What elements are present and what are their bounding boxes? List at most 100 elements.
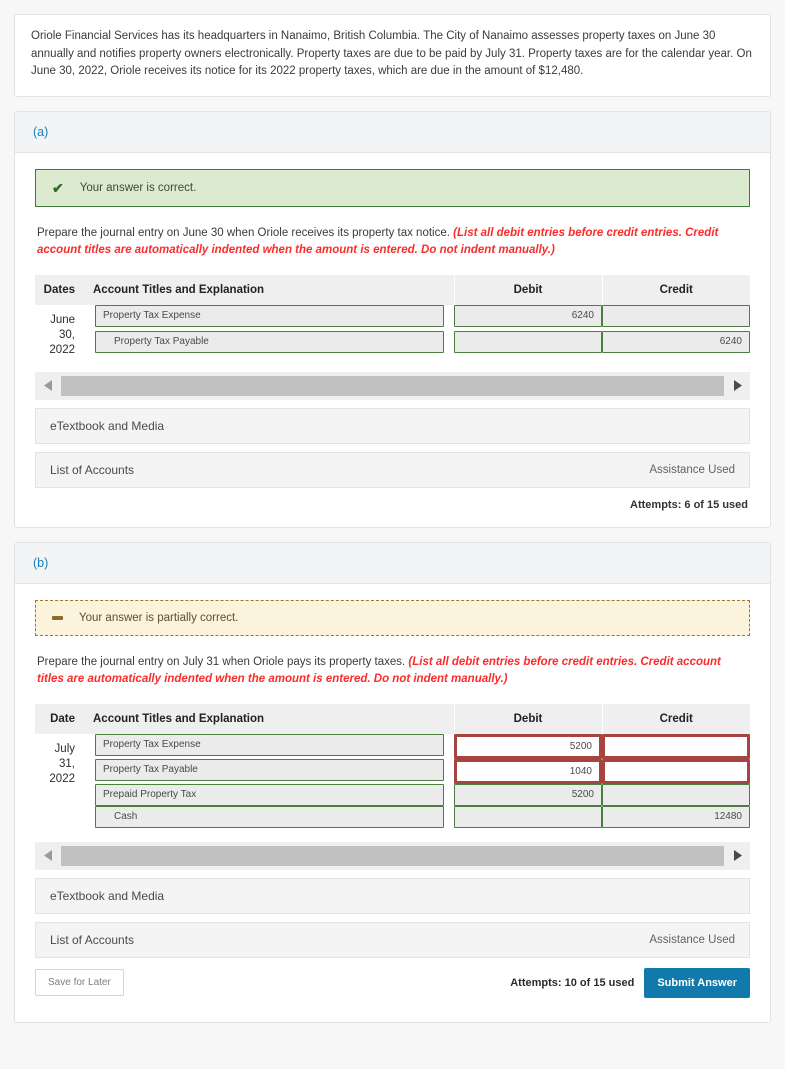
account-cell: Property Tax Payable [83,758,454,784]
etextbook-and-media-bar[interactable]: eTextbook and Media [35,877,750,914]
submit-answer-button[interactable]: Submit Answer [644,967,750,998]
credit-cell [602,783,750,806]
column-header-debit: Debit [454,274,603,305]
journal-entry-table: Date Account Titles and Explanation Debit C… [35,703,750,828]
account-cell: Property Tax Expense [83,733,454,759]
debit-cell [454,805,602,828]
debit-amount-input[interactable]: 5200 [454,733,602,759]
journal-date-cell: June 30, 2022 [49,313,75,356]
save-for-later-button[interactable]: Save for Later [35,969,124,996]
column-header-credit: Credit [602,274,750,305]
table-horizontal-scrollbar[interactable] [35,371,750,400]
account-cell: Property Tax Payable [83,331,454,358]
scroll-right-arrow-icon[interactable] [724,841,750,870]
credit-cell: 12480 [602,805,750,828]
minus-icon [52,615,63,620]
list-of-accounts-label: List of Accounts [50,932,135,947]
attempts-counter: Attempts: 10 of 15 used [510,976,635,989]
credit-cell [602,733,750,759]
part-prompt: Prepare the journal entry on June 30 whe… [37,226,719,256]
scroll-left-arrow-icon[interactable] [35,841,61,870]
part-prompt: Prepare the journal entry on July 31 whe… [37,655,721,685]
answer-status-banner: Your answer is partially correct. [35,599,750,636]
scrollbar-track[interactable] [61,841,724,870]
credit-amount-input[interactable] [602,733,750,759]
problem-statement-card: Oriole Financial Services has its headqu… [14,14,771,97]
account-cell: Cash [83,805,454,828]
debit-cell: 5200 [454,783,602,806]
column-header-account: Account Titles and Explanation [83,274,455,305]
part-body: ✔ Your answer is correct. Prepare the jour… [15,153,770,527]
credit-amount-input[interactable]: 12480 [602,805,750,828]
account-cell: Property Tax Expense [83,304,454,332]
account-title-input[interactable]: Property Tax Expense [95,733,444,756]
credit-amount-input[interactable]: 6240 [602,331,750,353]
part-actions: Save for Later Attempts: 10 of 15 used Sub… [35,958,750,1008]
credit-cell: 6240 [602,331,750,358]
journal-row: Prepaid Property Tax 5200 [35,783,750,806]
debit-amount-input[interactable] [454,331,602,353]
table-horizontal-scrollbar[interactable] [35,841,750,870]
column-header-account: Account Titles and Explanation [83,703,455,734]
scroll-left-arrow-icon[interactable] [35,371,61,400]
account-title-input[interactable]: Cash [95,805,444,828]
account-title-input[interactable]: Property Tax Payable [95,758,444,781]
debit-amount-input[interactable]: 5200 [454,783,602,806]
journal-row: Property Tax Payable 1040 [35,758,750,784]
list-of-accounts-bar[interactable]: List of Accounts Assistance Used [35,921,750,958]
etextbook-and-media-bar[interactable]: eTextbook and Media [35,407,750,444]
list-of-accounts-label: List of Accounts [50,462,135,477]
scrollbar-thumb[interactable] [61,845,724,866]
column-header-date: Date [35,703,83,734]
journal-table-head: Dates Account Titles and Explanation Debit… [35,274,750,305]
journal-entry-table: Dates Account Titles and Explanation Debit… [35,274,750,358]
debit-amount-input[interactable] [454,805,602,828]
part-section-a: (a) ✔ Your answer is correct. Prepare the j… [14,110,771,528]
part-label: (b) [15,542,770,584]
attempts-counter: Attempts: 6 of 15 used [630,498,748,511]
journal-row: July 31, 2022 Property Tax Expense 5200 [35,733,750,785]
problem-statement-text: Oriole Financial Services has its headqu… [31,30,752,77]
column-header-credit: Credit [602,703,750,734]
credit-amount-input[interactable] [602,783,750,806]
etextbook-and-media-label: eTextbook and Media [50,418,165,433]
list-of-accounts-bar[interactable]: List of Accounts Assistance Used [35,451,750,488]
account-title-input[interactable]: Property Tax Expense [95,304,444,327]
etextbook-and-media-label: eTextbook and Media [50,888,165,903]
debit-cell: 5200 [454,733,602,759]
submit-group: Attempts: 10 of 15 used Submit Answer [510,967,750,998]
scroll-right-arrow-icon[interactable] [724,371,750,400]
debit-cell [454,331,602,358]
scrollbar-track[interactable] [61,371,724,400]
part-prompt-hint: (List all debit entries before credit en… [37,655,721,685]
account-title-input[interactable]: Prepaid Property Tax [95,783,444,806]
assistance-used-label: Assistance Used [649,933,735,946]
credit-cell [602,304,750,332]
account-cell: Prepaid Property Tax [83,783,454,806]
answer-status-banner: ✔ Your answer is correct. [35,168,750,207]
part-section-b: (b) Your answer is partially correct. Prep… [14,541,771,1023]
part-prompt-hint: (List all debit entries before credit en… [37,226,719,256]
check-icon: ✔ [52,179,64,196]
column-header-date: Dates [35,274,83,305]
credit-amount-input[interactable] [602,304,750,327]
credit-cell [602,758,750,784]
debit-cell: 6240 [454,304,602,332]
part-label: (a) [15,111,770,153]
journal-row: Cash 12480 [35,805,750,828]
journal-row: June 30, 2022 Property Tax Expense 6240 [35,304,750,356]
parts-container: (a) ✔ Your answer is correct. Prepare the j… [14,110,771,1023]
part-body: Your answer is partially correct. Prepare… [15,584,770,1022]
column-header-debit: Debit [454,703,603,734]
credit-amount-input[interactable] [602,758,750,784]
journal-date-cell: July 31, 2022 [49,742,75,785]
assistance-used-label: Assistance Used [649,463,735,476]
scrollbar-thumb[interactable] [61,375,724,396]
journal-table-head: Date Account Titles and Explanation Debit C… [35,703,750,734]
account-title-input[interactable]: Property Tax Payable [95,331,444,353]
journal-table-body: June 30, 2022 Property Tax Expense 6240 Prope… [35,304,750,358]
debit-amount-input[interactable]: 6240 [454,304,602,327]
debit-amount-input[interactable]: 1040 [454,758,602,784]
journal-table-body: July 31, 2022 Property Tax Expense 5200 Prope… [35,733,750,828]
debit-cell: 1040 [454,758,602,784]
